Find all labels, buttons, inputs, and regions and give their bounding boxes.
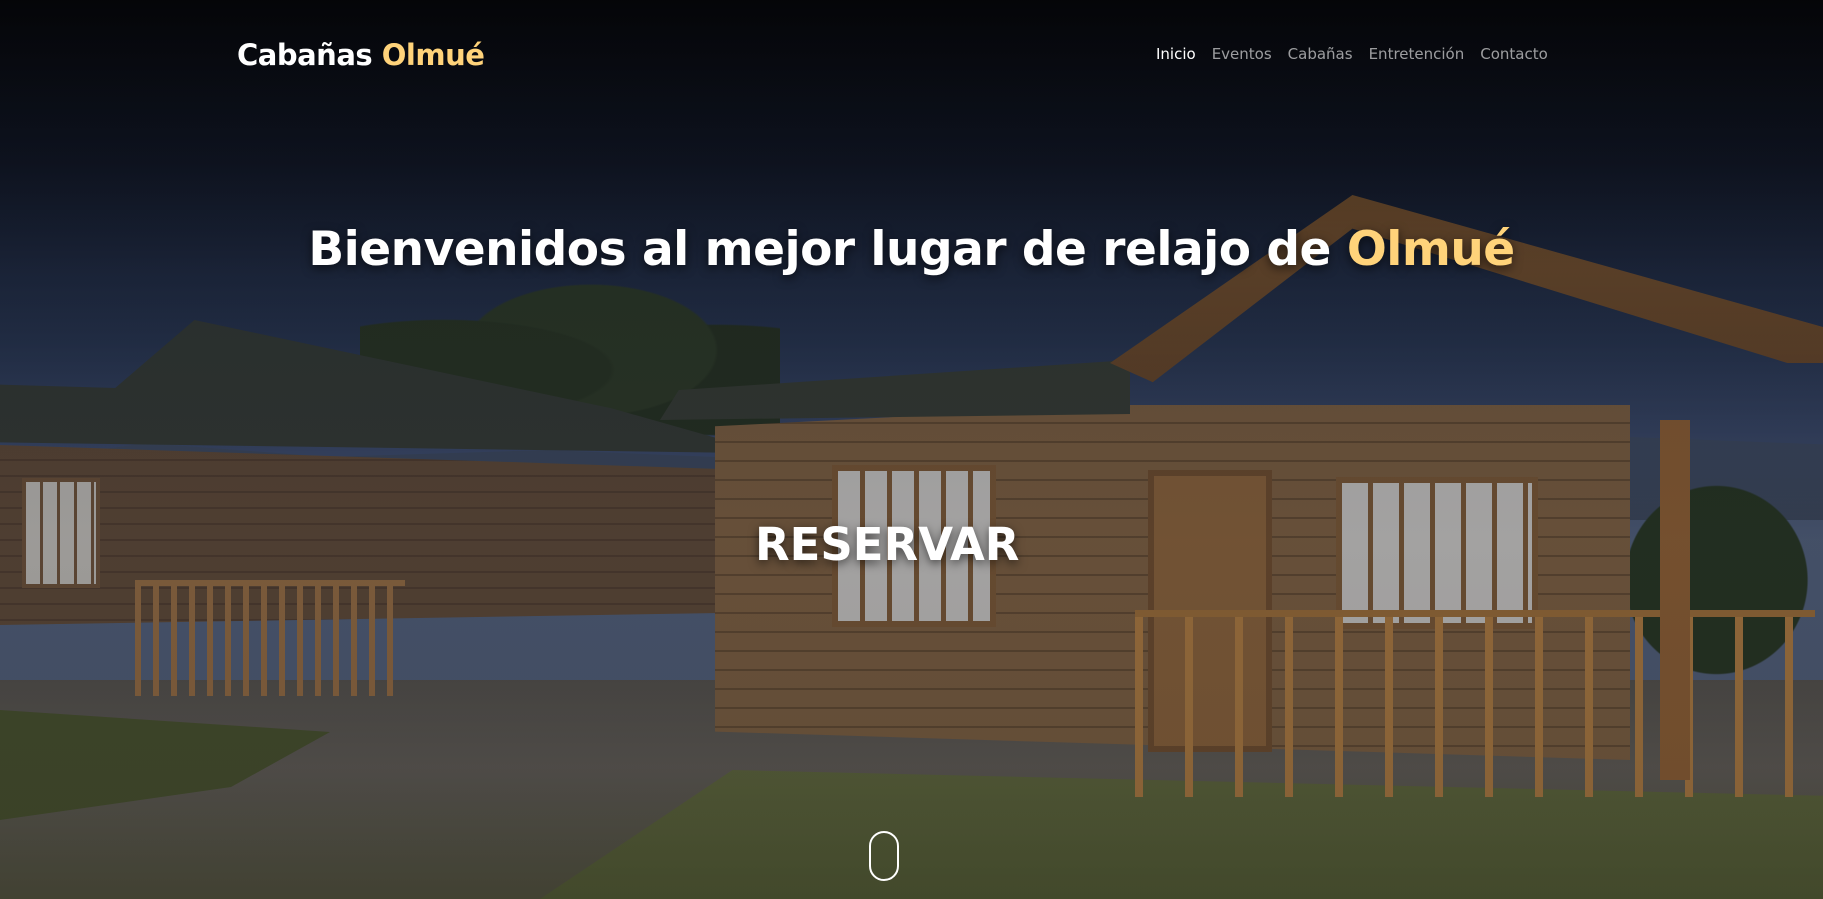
- nav-item-entretencion[interactable]: Entretención: [1369, 45, 1465, 63]
- nav-item-eventos[interactable]: Eventos: [1212, 45, 1272, 63]
- hero-headline: Bienvenidos al mejor lugar de relajo de …: [0, 222, 1823, 277]
- background-overlay: [0, 0, 1823, 899]
- main-nav: Inicio Eventos Cabañas Entretención Cont…: [1156, 45, 1548, 63]
- brand-name-primary: Cabañas: [237, 38, 373, 72]
- nav-item-cabanas[interactable]: Cabañas: [1288, 45, 1353, 63]
- nav-item-contacto[interactable]: Contacto: [1480, 45, 1548, 63]
- hero-headline-accent: Olmué: [1346, 222, 1515, 277]
- nav-item-inicio[interactable]: Inicio: [1156, 45, 1196, 63]
- background-image: [0, 0, 1823, 899]
- hero-headline-main: Bienvenidos al mejor lugar de relajo de: [308, 222, 1331, 277]
- reserve-button[interactable]: RESERVAR: [755, 518, 1019, 571]
- navbar: Cabañas Olmué Inicio Eventos Cabañas Ent…: [0, 0, 1823, 110]
- mouse-scroll-icon[interactable]: [869, 831, 899, 881]
- brand-name-accent: Olmué: [381, 38, 485, 72]
- hero-section: Cabañas Olmué Inicio Eventos Cabañas Ent…: [0, 0, 1823, 899]
- brand-logo[interactable]: Cabañas Olmué: [237, 38, 485, 72]
